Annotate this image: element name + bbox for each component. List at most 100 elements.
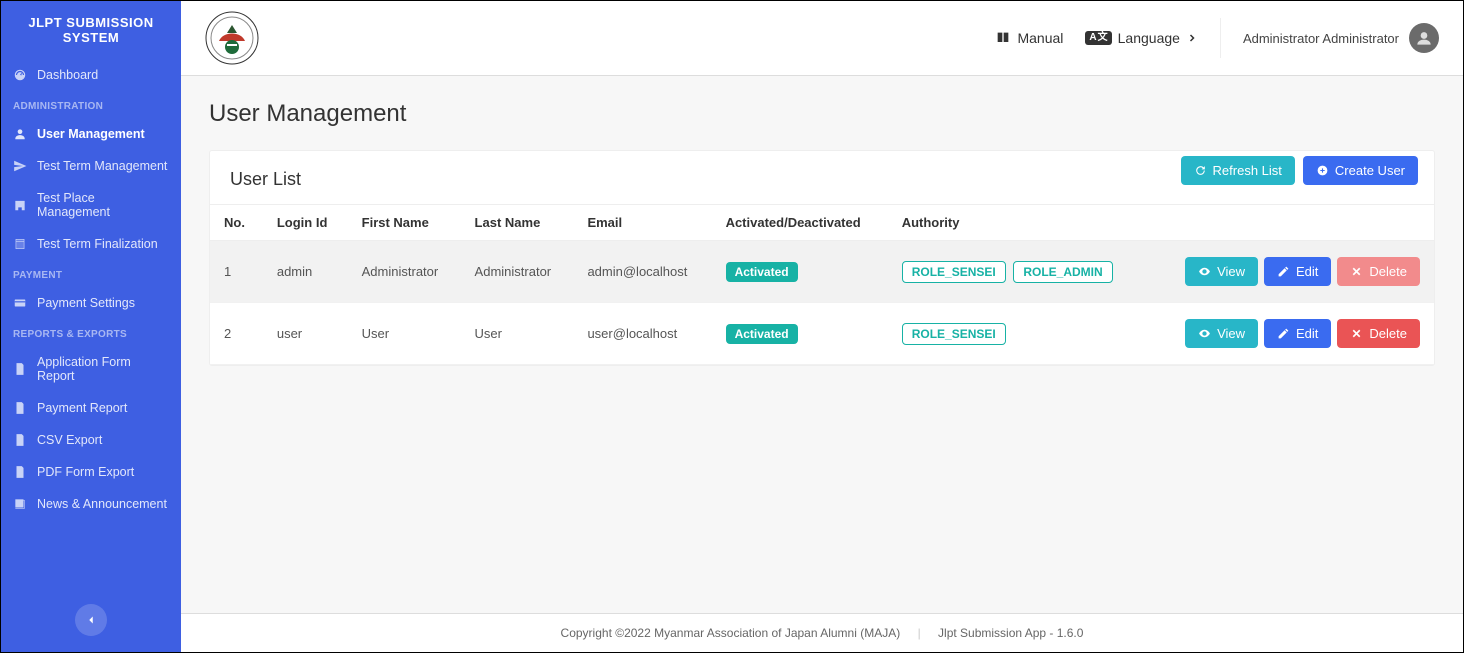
sidebar-item-label: Test Term Finalization — [37, 237, 158, 251]
sidebar-collapse-button[interactable] — [75, 604, 107, 636]
file-icon — [13, 401, 27, 415]
sidebar-item-news[interactable]: News & Announcement — [1, 488, 181, 520]
cell-email: user@localhost — [573, 303, 711, 365]
th-email: Email — [573, 205, 711, 241]
avatar — [1409, 23, 1439, 53]
sidebar: JLPT SUBMISSION SYSTEM Dashboard ADMINIS… — [1, 1, 181, 652]
role-badge: ROLE_SENSEI — [902, 323, 1006, 345]
book-icon — [995, 30, 1011, 46]
cell-authority: ROLE_SENSEI ROLE_ADMIN — [888, 241, 1150, 303]
refresh-label: Refresh List — [1213, 163, 1282, 178]
sidebar-item-label: Dashboard — [37, 68, 98, 82]
footer-separator: | — [918, 626, 921, 640]
sidebar-item-user-management[interactable]: User Management — [1, 118, 181, 150]
cell-last: User — [461, 303, 574, 365]
sidebar-section-administration: ADMINISTRATION — [1, 91, 181, 118]
sidebar-item-label: Payment Report — [37, 401, 127, 415]
cell-first: Administrator — [348, 241, 461, 303]
newspaper-icon — [13, 497, 27, 511]
cell-no: 1 — [210, 241, 263, 303]
cell-status: Activated — [712, 241, 888, 303]
sidebar-nav: Dashboard ADMINISTRATION User Management… — [1, 59, 181, 588]
refresh-icon — [1194, 164, 1207, 177]
user-list-card: User List Refresh List Create User — [209, 150, 1435, 366]
building-icon — [13, 198, 27, 212]
table-row: 1adminAdministratorAdministratoradmin@lo… — [210, 241, 1434, 303]
refresh-list-button[interactable]: Refresh List — [1181, 156, 1295, 185]
paper-plane-icon — [13, 159, 27, 173]
sidebar-item-application-form-report[interactable]: Application Form Report — [1, 346, 181, 392]
sidebar-item-test-term-finalization[interactable]: Test Term Finalization — [1, 228, 181, 260]
sidebar-section-reports: REPORTS & EXPORTS — [1, 319, 181, 346]
card-title: User List — [230, 169, 301, 190]
sidebar-item-label: CSV Export — [37, 433, 102, 447]
manual-link[interactable]: Manual — [995, 30, 1063, 46]
cell-actions: ViewEditDelete — [1150, 241, 1434, 303]
cell-authority: ROLE_SENSEI — [888, 303, 1150, 365]
sidebar-item-payment-settings[interactable]: Payment Settings — [1, 287, 181, 319]
sidebar-item-label: PDF Form Export — [37, 465, 134, 479]
cell-no: 2 — [210, 303, 263, 365]
role-badge: ROLE_ADMIN — [1013, 261, 1112, 283]
th-actions — [1150, 205, 1434, 241]
topbar: Manual A文 Language Administrator Adminis… — [181, 1, 1463, 76]
sidebar-item-test-term-management[interactable]: Test Term Management — [1, 150, 181, 182]
sidebar-item-payment-report[interactable]: Payment Report — [1, 392, 181, 424]
app-logo — [205, 11, 259, 65]
view-button[interactable]: View — [1185, 319, 1258, 348]
user-menu[interactable]: Administrator Administrator — [1220, 18, 1439, 58]
language-dropdown[interactable]: A文 Language — [1085, 30, 1198, 46]
th-authority: Authority — [888, 205, 1150, 241]
pencil-icon — [1277, 327, 1290, 340]
eye-icon — [1198, 327, 1211, 340]
cell-actions: ViewEditDelete — [1150, 303, 1434, 365]
file-icon — [13, 465, 27, 479]
create-label: Create User — [1335, 163, 1405, 178]
sidebar-item-label: User Management — [37, 127, 145, 141]
th-first: First Name — [348, 205, 461, 241]
role-badge: ROLE_SENSEI — [902, 261, 1006, 283]
footer-copyright: Copyright ©2022 Myanmar Association of J… — [561, 626, 901, 640]
x-icon — [1350, 327, 1363, 340]
manual-label: Manual — [1017, 30, 1063, 46]
sidebar-item-label: Test Place Management — [37, 191, 169, 219]
footer-version: Jlpt Submission App - 1.6.0 — [938, 626, 1083, 640]
content-area: User Management User List Refresh List C… — [181, 76, 1463, 613]
sidebar-item-label: Payment Settings — [37, 296, 135, 310]
create-user-button[interactable]: Create User — [1303, 156, 1418, 185]
user-icon — [13, 127, 27, 141]
sidebar-item-label: News & Announcement — [37, 497, 167, 511]
sidebar-item-label: Test Term Management — [37, 159, 167, 173]
user-circle-icon — [1414, 28, 1434, 48]
cell-status: Activated — [712, 303, 888, 365]
cell-login: user — [263, 303, 348, 365]
sidebar-item-test-place-management[interactable]: Test Place Management — [1, 182, 181, 228]
eye-icon — [1198, 265, 1211, 278]
chevron-left-icon — [84, 613, 98, 627]
credit-card-icon — [13, 296, 27, 310]
table-row: 2userUserUseruser@localhostActivatedROLE… — [210, 303, 1434, 365]
sidebar-collapse-wrap — [1, 588, 181, 652]
status-badge[interactable]: Activated — [726, 262, 798, 282]
brand-title: JLPT SUBMISSION SYSTEM — [1, 1, 181, 59]
sidebar-item-csv-export[interactable]: CSV Export — [1, 424, 181, 456]
status-badge[interactable]: Activated — [726, 324, 798, 344]
sidebar-item-dashboard[interactable]: Dashboard — [1, 59, 181, 91]
delete-button[interactable]: Delete — [1337, 257, 1420, 286]
edit-button[interactable]: Edit — [1264, 319, 1331, 348]
view-button[interactable]: View — [1185, 257, 1258, 286]
sidebar-item-pdf-export[interactable]: PDF Form Export — [1, 456, 181, 488]
th-login: Login Id — [263, 205, 348, 241]
th-no: No. — [210, 205, 263, 241]
calendar-icon — [13, 237, 27, 251]
sidebar-section-payment: PAYMENT — [1, 260, 181, 287]
edit-button[interactable]: Edit — [1264, 257, 1331, 286]
gauge-icon — [13, 68, 27, 82]
plus-circle-icon — [1316, 164, 1329, 177]
file-icon — [13, 362, 27, 376]
x-icon — [1350, 265, 1363, 278]
file-icon — [13, 433, 27, 447]
language-label: Language — [1118, 30, 1180, 46]
th-last: Last Name — [461, 205, 574, 241]
delete-button[interactable]: Delete — [1337, 319, 1420, 348]
